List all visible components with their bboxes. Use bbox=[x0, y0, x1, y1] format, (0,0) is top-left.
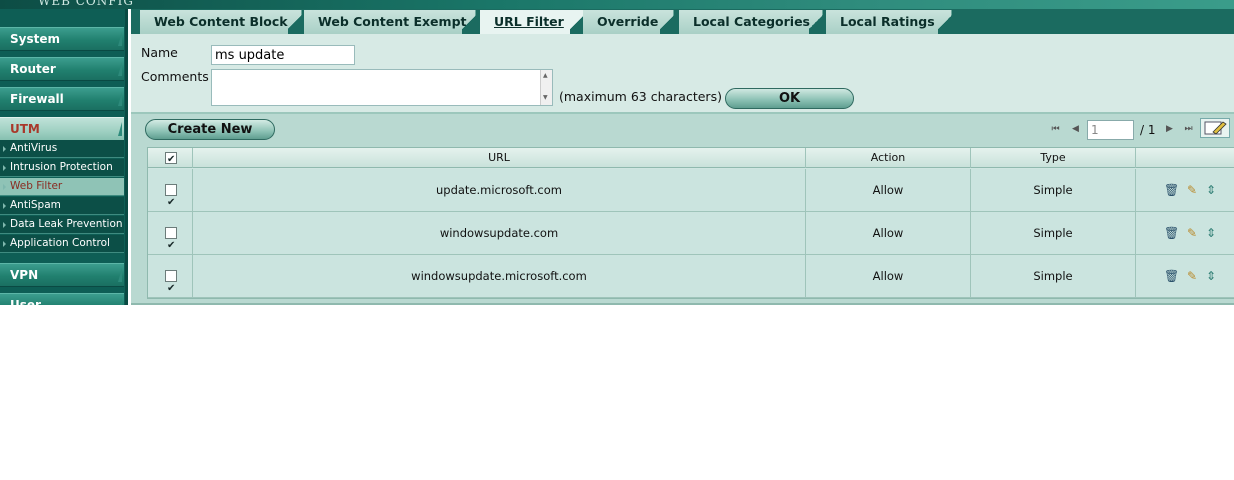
table-row[interactable]: update.microsoft.com Allow Simple 🗑 ✎ ⇕ bbox=[148, 169, 1234, 224]
sidebar-item-firewall[interactable]: Firewall bbox=[0, 87, 124, 111]
comments-label: Comments bbox=[141, 69, 209, 84]
main-panel: Web Content Block Web Content Exempt URL… bbox=[131, 9, 1234, 310]
sidebar-item-vpn[interactable]: VPN bbox=[0, 263, 124, 287]
type-cell: Simple bbox=[971, 255, 1136, 297]
action-cell: Allow bbox=[806, 169, 971, 211]
create-new-button[interactable]: Create New bbox=[145, 119, 275, 140]
tab-override[interactable]: Override bbox=[583, 10, 674, 34]
sidebar-item-system[interactable]: System bbox=[0, 27, 124, 51]
edit-icon[interactable]: ✎ bbox=[1185, 226, 1199, 240]
tab-local-categories[interactable]: Local Categories bbox=[679, 10, 823, 34]
tab-url-filter[interactable]: URL Filter bbox=[480, 10, 584, 34]
row-actions-cell: 🗑 ✎ ⇕ bbox=[1136, 255, 1234, 297]
sidebar-subitem-antispam[interactable]: AntiSpam bbox=[0, 197, 124, 215]
url-cell: update.microsoft.com bbox=[193, 169, 806, 211]
top-banner: WEB CONFIG bbox=[0, 0, 1234, 9]
tab-label: Local Ratings bbox=[840, 14, 935, 29]
row-checkbox[interactable] bbox=[165, 268, 177, 310]
row-checkbox-cell bbox=[148, 255, 193, 310]
sidebar-subitem-antivirus[interactable]: AntiVirus bbox=[0, 140, 124, 158]
last-page-icon[interactable]: ⏭ bbox=[1182, 122, 1195, 136]
row-checkbox-cell bbox=[148, 169, 193, 224]
list-toolbar: Create New ⏮ ◀ 1 / 1 ▶ ⏭ bbox=[131, 116, 1234, 144]
move-icon[interactable]: ⇕ bbox=[1204, 226, 1218, 240]
select-all-checkbox[interactable] bbox=[165, 150, 177, 170]
tab-web-content-exempt[interactable]: Web Content Exempt bbox=[304, 10, 476, 34]
row-checkbox[interactable] bbox=[165, 225, 177, 267]
row-actions-cell: 🗑 ✎ ⇕ bbox=[1136, 212, 1234, 254]
sidebar: System Router Firewall UTM AntiVirus Int… bbox=[0, 9, 128, 305]
url-filter-form: Name Comments ▲ ▼ (maximum 63 characters… bbox=[131, 34, 1234, 114]
row-actions-column-header bbox=[1136, 148, 1234, 168]
sidebar-subitem-application-control[interactable]: Application Control bbox=[0, 235, 124, 253]
scroll-down-icon[interactable]: ▼ bbox=[543, 94, 548, 101]
type-cell: Simple bbox=[971, 212, 1136, 254]
column-settings-icon[interactable] bbox=[1200, 118, 1230, 138]
scroll-up-icon[interactable]: ▲ bbox=[543, 72, 548, 79]
type-column-header[interactable]: Type bbox=[971, 148, 1136, 168]
comments-textarea[interactable]: ▲ ▼ bbox=[211, 69, 553, 106]
max-chars-note: (maximum 63 characters) bbox=[559, 89, 722, 104]
comments-scrollbar[interactable]: ▲ ▼ bbox=[540, 70, 552, 105]
table-row[interactable]: windowsupdate.microsoft.com Allow Simple… bbox=[148, 255, 1234, 310]
sidebar-subitem-intrusion-protection[interactable]: Intrusion Protection bbox=[0, 159, 124, 177]
ok-button[interactable]: OK bbox=[725, 88, 854, 109]
action-cell: Allow bbox=[806, 212, 971, 254]
delete-icon[interactable]: 🗑 bbox=[1164, 226, 1179, 240]
prev-page-icon[interactable]: ◀ bbox=[1069, 122, 1082, 136]
next-page-icon[interactable]: ▶ bbox=[1163, 122, 1176, 136]
edit-icon[interactable]: ✎ bbox=[1185, 183, 1199, 197]
url-cell: windowsupdate.com bbox=[193, 212, 806, 254]
select-all-column bbox=[148, 148, 193, 170]
sidebar-item-utm[interactable]: UTM bbox=[0, 117, 124, 141]
app-window: WEB CONFIG System Router Firewall UTM An… bbox=[0, 0, 1234, 310]
action-column-header[interactable]: Action bbox=[806, 148, 971, 168]
sidebar-subitem-web-filter[interactable]: Web Filter bbox=[0, 178, 124, 196]
name-label: Name bbox=[141, 45, 178, 60]
tab-label: Web Content Block bbox=[154, 14, 288, 29]
delete-icon[interactable]: 🗑 bbox=[1164, 183, 1179, 197]
move-icon[interactable]: ⇕ bbox=[1204, 183, 1218, 197]
edit-icon[interactable]: ✎ bbox=[1185, 269, 1199, 283]
action-cell: Allow bbox=[806, 255, 971, 297]
tab-web-content-block[interactable]: Web Content Block bbox=[140, 10, 302, 34]
url-cell: windowsupdate.microsoft.com bbox=[193, 255, 806, 297]
table-row[interactable]: windowsupdate.com Allow Simple 🗑 ✎ ⇕ bbox=[148, 212, 1234, 267]
name-input[interactable] bbox=[211, 45, 355, 65]
row-checkbox-cell bbox=[148, 212, 193, 267]
delete-icon[interactable]: 🗑 bbox=[1164, 269, 1179, 283]
web-config-logo: WEB CONFIG bbox=[38, 0, 134, 8]
tab-label: Web Content Exempt bbox=[318, 14, 467, 29]
page-total: / 1 bbox=[1140, 123, 1156, 137]
row-checkbox[interactable] bbox=[165, 182, 177, 224]
tab-label: Local Categories bbox=[693, 14, 810, 29]
panel-bottom-border bbox=[131, 303, 1234, 305]
move-icon[interactable]: ⇕ bbox=[1204, 269, 1218, 283]
first-page-icon[interactable]: ⏮ bbox=[1049, 122, 1062, 136]
url-column-header[interactable]: URL bbox=[193, 148, 806, 168]
row-actions-cell: 🗑 ✎ ⇕ bbox=[1136, 169, 1234, 211]
sidebar-subitem-data-leak-prevention[interactable]: Data Leak Prevention bbox=[0, 216, 124, 234]
type-cell: Simple bbox=[971, 169, 1136, 211]
tab-label: URL Filter bbox=[494, 14, 564, 29]
tab-bar: Web Content Block Web Content Exempt URL… bbox=[131, 9, 1234, 34]
sidebar-item-user[interactable]: User bbox=[0, 293, 124, 305]
tab-local-ratings[interactable]: Local Ratings bbox=[826, 10, 952, 34]
tab-label: Override bbox=[597, 14, 659, 29]
table-header: URL Action Type bbox=[148, 148, 1234, 170]
sidebar-item-router[interactable]: Router bbox=[0, 57, 124, 81]
page-number-input[interactable]: 1 bbox=[1087, 120, 1134, 140]
url-filter-table: URL Action Type update.microsoft.com All… bbox=[147, 147, 1234, 310]
